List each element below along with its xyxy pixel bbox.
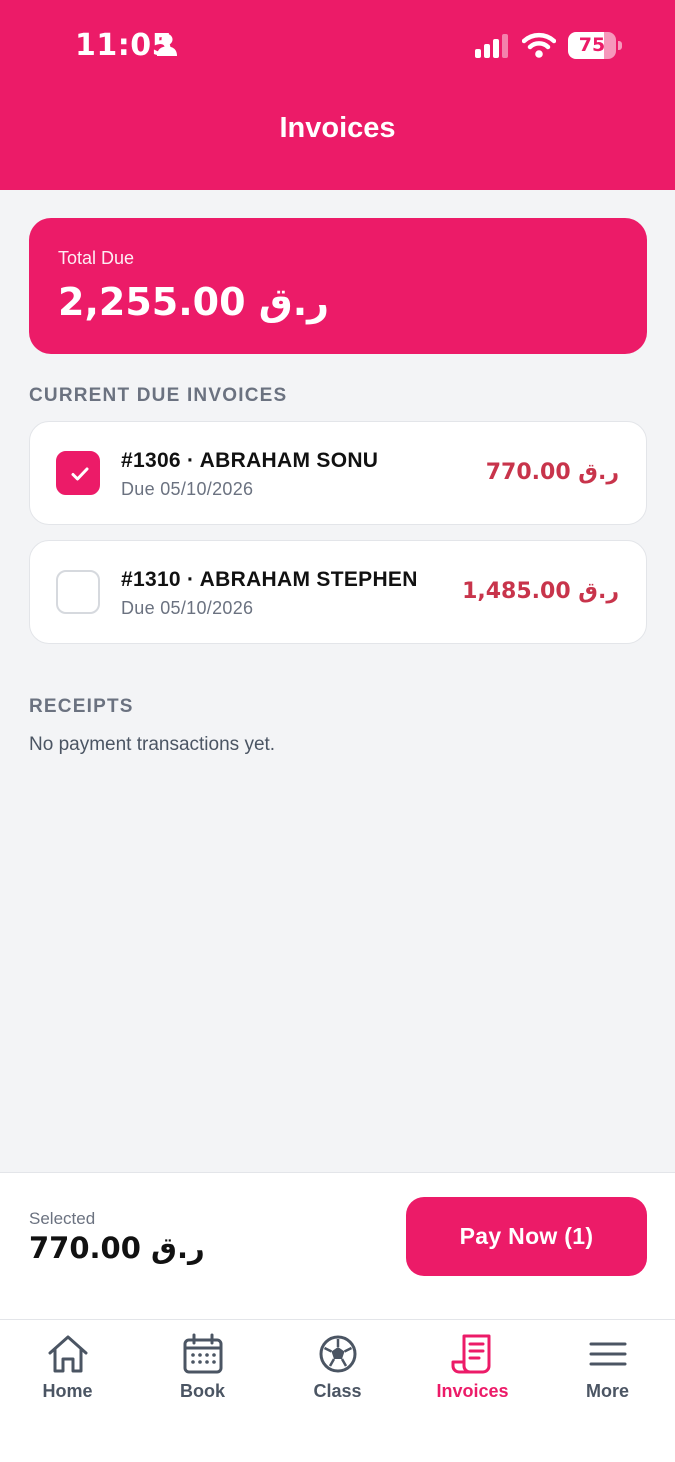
invoice-title: #1310 · ABRAHAM STEPHEN [121, 568, 418, 592]
tab-label: Invoices [405, 1381, 540, 1402]
menu-icon [586, 1332, 630, 1376]
app-header: 11:05 75 Invoices [0, 0, 675, 190]
invoice-card[interactable]: #1306 · ABRAHAM SONU Due 05/10/2026 770.… [29, 421, 647, 525]
receipts-heading: RECEIPTS [29, 696, 134, 718]
calendar-icon [181, 1332, 225, 1376]
invoice-card[interactable]: #1310 · ABRAHAM STEPHEN Due 05/10/2026 1… [29, 540, 647, 644]
checkmark-icon [69, 465, 91, 483]
cellular-signal-icon [474, 34, 512, 58]
person-icon [156, 33, 178, 57]
battery-level: 75 [568, 32, 616, 59]
receipts-empty-text: No payment transactions yet. [29, 734, 275, 756]
tab-more[interactable]: More [540, 1320, 675, 1462]
tab-label: Book [135, 1381, 270, 1402]
total-due-label: Total Due [58, 248, 134, 269]
selected-label: Selected [29, 1209, 95, 1229]
soccer-ball-icon [316, 1332, 360, 1376]
invoice-due-date: Due 05/10/2026 [121, 598, 253, 619]
tab-class[interactable]: Class [270, 1320, 405, 1462]
tab-home[interactable]: Home [0, 1320, 135, 1462]
invoice-icon [451, 1332, 495, 1376]
current-due-heading: CURRENT DUE INVOICES [29, 385, 287, 407]
selected-amount: 770.00 ر.ق [29, 1231, 205, 1265]
pay-now-button[interactable]: Pay Now (1) [406, 1197, 647, 1276]
invoice-amount: 1,485.00 ر.ق [462, 579, 619, 604]
invoice-due-date: Due 05/10/2026 [121, 479, 253, 500]
bottom-tab-bar: Home Book Class Invoices [0, 1319, 675, 1462]
invoice-amount: 770.00 ر.ق [486, 460, 619, 485]
home-icon [46, 1332, 90, 1376]
tab-label: More [540, 1381, 675, 1402]
tab-book[interactable]: Book [135, 1320, 270, 1462]
invoice-checkbox[interactable] [56, 570, 100, 614]
status-bar: 11:05 75 [0, 0, 675, 90]
tab-label: Class [270, 1381, 405, 1402]
total-due-card: Total Due 2,255.00 ر.ق [29, 218, 647, 354]
checkout-bar: Selected 770.00 ر.ق Pay Now (1) [0, 1172, 675, 1319]
wifi-icon [522, 31, 556, 59]
page-title: Invoices [0, 112, 675, 145]
invoice-checkbox[interactable] [56, 451, 100, 495]
tab-label: Home [0, 1381, 135, 1402]
battery-icon: 75 [568, 32, 622, 59]
invoice-title: #1306 · ABRAHAM SONU [121, 449, 378, 473]
tab-invoices[interactable]: Invoices [405, 1320, 540, 1462]
total-due-amount: 2,255.00 ر.ق [58, 280, 329, 324]
